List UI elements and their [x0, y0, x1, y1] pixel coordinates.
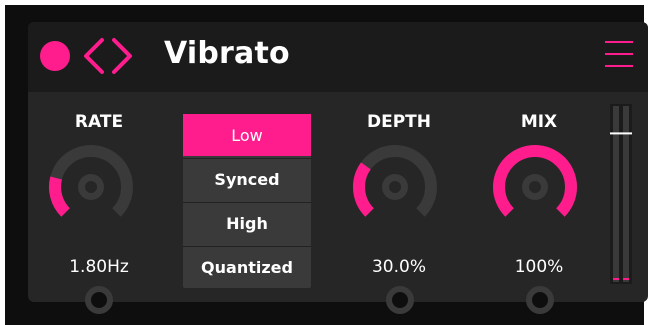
mode-synced-button[interactable]: Synced	[183, 158, 311, 200]
rate-knob[interactable]	[46, 142, 136, 232]
mode-low-button[interactable]: Low	[183, 114, 311, 156]
mix-knob-center-dot	[529, 181, 541, 193]
mode-high-button[interactable]: High	[183, 202, 311, 244]
depth-mod-input-jack[interactable]	[385, 285, 415, 315]
meter-left-peak	[613, 278, 619, 280]
mix-knob[interactable]	[490, 142, 580, 232]
mix-label: MIX	[520, 112, 558, 132]
chevron-right-icon[interactable]	[110, 36, 136, 76]
depth-knob-value-arc	[353, 162, 375, 217]
chevron-left-icon[interactable]	[80, 36, 106, 76]
vibrato-plugin-panel: Vibrato RATE 1.80Hz Low Synced High Quan…	[28, 22, 648, 314]
depth-knob-center-dot	[389, 181, 401, 193]
meter-right-peak	[623, 278, 629, 280]
mix-mod-input-jack[interactable]	[525, 285, 555, 315]
meter-right-channel	[623, 106, 629, 282]
mix-value: 100%	[514, 257, 564, 277]
hamburger-menu-icon[interactable]	[605, 40, 633, 70]
meter-left-channel	[613, 106, 619, 282]
output-level-meter[interactable]	[610, 104, 632, 284]
depth-label: DEPTH	[366, 112, 431, 132]
rate-label: RATE	[74, 112, 124, 132]
rate-knob-center-dot	[85, 181, 97, 193]
rate-knob-value-arc	[49, 176, 71, 217]
depth-value: 30.0%	[371, 257, 426, 277]
plugin-header: Vibrato	[28, 22, 648, 92]
depth-knob[interactable]	[350, 142, 440, 232]
rate-mod-input-jack[interactable]	[84, 285, 114, 315]
rate-value: 1.80Hz	[69, 257, 129, 277]
mode-quantized-button[interactable]: Quantized	[183, 246, 311, 288]
plugin-title: Vibrato	[164, 36, 290, 71]
power-button[interactable]	[40, 41, 70, 71]
meter-slider-handle[interactable]	[610, 132, 632, 135]
mode-selector: Low Synced High Quantized	[183, 114, 311, 288]
